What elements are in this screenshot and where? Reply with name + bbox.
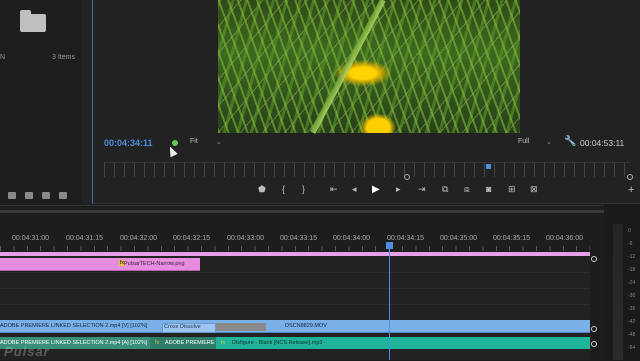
- step-back-icon[interactable]: ◂: [352, 184, 357, 195]
- watermark-logo: Pulsar: [4, 344, 50, 359]
- ruler-label: 00:04:35:00: [440, 235, 477, 242]
- meter-label: -24: [628, 280, 636, 286]
- zoom-handle[interactable]: [627, 174, 633, 180]
- transition-label: Cross Dissolve: [164, 324, 201, 330]
- chevron-down-icon[interactable]: ⌄: [546, 138, 552, 146]
- clip-thumbnail: [216, 323, 266, 331]
- monitor-playhead[interactable]: [486, 164, 491, 169]
- insert-icon[interactable]: ⧉: [442, 184, 448, 195]
- clip-label: Disfigure - Blank [NCS Release].mp3: [232, 340, 323, 346]
- meter-label: -42: [628, 319, 636, 325]
- add-marker-icon[interactable]: ⬟: [258, 184, 266, 195]
- zoom-handle[interactable]: [404, 174, 410, 180]
- panel-divider[interactable]: [82, 0, 92, 205]
- duration-timecode: 00:04:53:11: [580, 138, 625, 148]
- ruler-label: 00:04:32:00: [120, 235, 157, 242]
- meter-label: -30: [628, 293, 636, 299]
- clip-label: PulsarTECH-Narrow.png: [124, 261, 185, 267]
- ruler-label: 00:04:32:15: [173, 235, 210, 242]
- ruler-label: 00:04:31:00: [12, 235, 49, 242]
- ruler-label: 00:04:34:15: [387, 235, 424, 242]
- monitor-time-ruler[interactable]: [104, 162, 630, 177]
- track-divider: [0, 272, 590, 273]
- mark-in-icon[interactable]: {: [282, 184, 285, 194]
- camera-icon[interactable]: ◙: [486, 184, 491, 194]
- item-count: 3 Items: [52, 54, 75, 61]
- project-item-name: N: [0, 54, 6, 61]
- meter-label: -54: [628, 345, 636, 351]
- zoom-select[interactable]: Fit: [190, 138, 198, 145]
- playhead-handle[interactable]: [386, 242, 393, 249]
- meter-label: -12: [628, 254, 636, 260]
- search-icon[interactable]: [8, 192, 16, 199]
- new-item-icon[interactable]: [42, 192, 50, 199]
- track-end-handle[interactable]: [591, 341, 597, 347]
- meter-label: -48: [628, 332, 636, 338]
- ruler-label: 00:04:33:00: [227, 235, 264, 242]
- compare-icon[interactable]: ⊞: [508, 184, 516, 195]
- project-toolbar: [8, 186, 78, 199]
- fx-badge: fx: [221, 340, 226, 346]
- timeline-scrollbar[interactable]: [0, 210, 605, 213]
- clip-label: ADOBE PREMIERE LINKED SELECTION 2.mp4 [V…: [0, 323, 148, 329]
- step-forward-icon[interactable]: ▸: [396, 184, 401, 195]
- overwrite-icon[interactable]: ⧈: [464, 184, 470, 195]
- trash-icon[interactable]: [59, 192, 67, 199]
- clip-label: ADOBE PREMIERE: [165, 340, 215, 346]
- resolution-select[interactable]: Full: [518, 138, 529, 145]
- play-icon[interactable]: ▶: [372, 184, 380, 195]
- chevron-down-icon[interactable]: ⌄: [216, 138, 222, 146]
- timeline-ruler[interactable]: [0, 246, 590, 251]
- ruler-label: 00:04:33:15: [280, 235, 317, 242]
- ruler-label: 00:04:35:15: [493, 235, 530, 242]
- folder-icon[interactable]: [20, 10, 46, 32]
- add-icon[interactable]: +: [628, 184, 634, 196]
- ruler-label: 00:04:34:00: [333, 235, 370, 242]
- new-bin-icon[interactable]: [25, 192, 33, 199]
- button-editor-icon[interactable]: ⊠: [530, 184, 538, 195]
- fx-badge: fx: [155, 340, 160, 346]
- meter-label: -36: [628, 306, 636, 312]
- track-divider: [0, 304, 590, 305]
- go-to-in-icon[interactable]: ⇤: [330, 184, 338, 195]
- playhead-line[interactable]: [389, 249, 390, 360]
- track-end-handle[interactable]: [591, 326, 597, 332]
- clip-label: DSCN8829.MOV: [285, 323, 327, 329]
- ruler-label: 00:04:36:00: [546, 235, 583, 242]
- transport-controls: ⬟ { } ⇤ ◂ ▶ ▸ ⇥ ⧉ ⧈ ◙ ⊞ ⊠ +: [250, 184, 634, 198]
- meter-bar: [613, 224, 623, 360]
- track-divider: [0, 288, 590, 289]
- meter-label: -18: [628, 267, 636, 273]
- go-to-out-icon[interactable]: ⇥: [418, 184, 426, 195]
- meter-label: -6: [628, 241, 633, 247]
- wrench-icon[interactable]: 🔧: [564, 136, 576, 147]
- ruler-label: 00:04:31:15: [66, 235, 103, 242]
- track-end-handle[interactable]: [591, 256, 597, 262]
- meter-label: 0: [628, 228, 631, 234]
- playhead-timecode[interactable]: 00:04:34:11: [104, 138, 153, 148]
- mark-out-icon[interactable]: }: [302, 184, 305, 194]
